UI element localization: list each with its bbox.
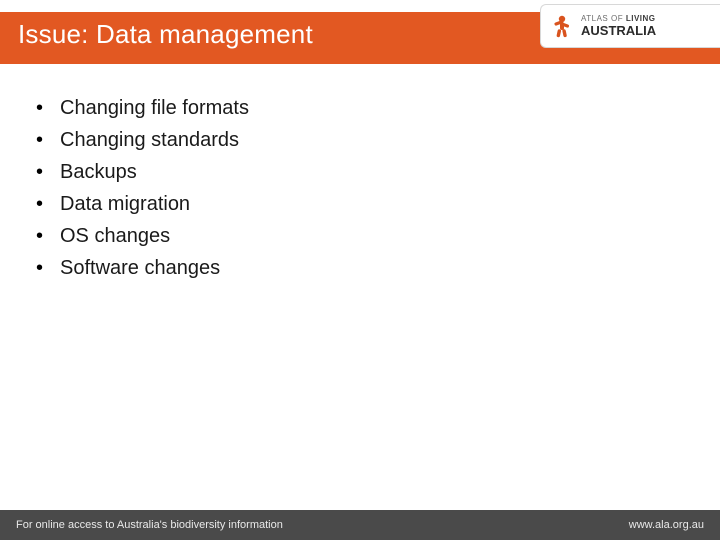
footer-url: www.ala.org.au (629, 519, 704, 531)
list-item: OS changes (30, 223, 670, 250)
atlas-figure-icon (549, 13, 575, 39)
brand-logo: ATLAS OF LIVING AUSTRALIA (540, 4, 720, 48)
footer-bar: For online access to Australia's biodive… (0, 510, 720, 540)
brand-line1-b: LIVING (626, 14, 656, 23)
list-item: Data migration (30, 191, 670, 218)
list-item: Changing standards (30, 127, 670, 154)
brand-text: ATLAS OF LIVING AUSTRALIA (581, 15, 656, 37)
footer-tagline: For online access to Australia's biodive… (16, 519, 283, 531)
brand-line2-bold: AUSTRALIA (581, 23, 656, 38)
list-item: Changing file formats (30, 95, 670, 122)
slide-title: Issue: Data management (18, 19, 313, 50)
brand-line1-a: ATLAS OF (581, 14, 623, 23)
content-area: Changing file formats Changing standards… (30, 95, 670, 287)
slide: Issue: Data management ATLAS OF LIVING A… (0, 0, 720, 540)
list-item: Software changes (30, 255, 670, 282)
brand-line2: AUSTRALIA (581, 24, 656, 37)
list-item: Backups (30, 159, 670, 186)
bullet-list: Changing file formats Changing standards… (30, 95, 670, 282)
brand-line1: ATLAS OF LIVING (581, 15, 656, 23)
